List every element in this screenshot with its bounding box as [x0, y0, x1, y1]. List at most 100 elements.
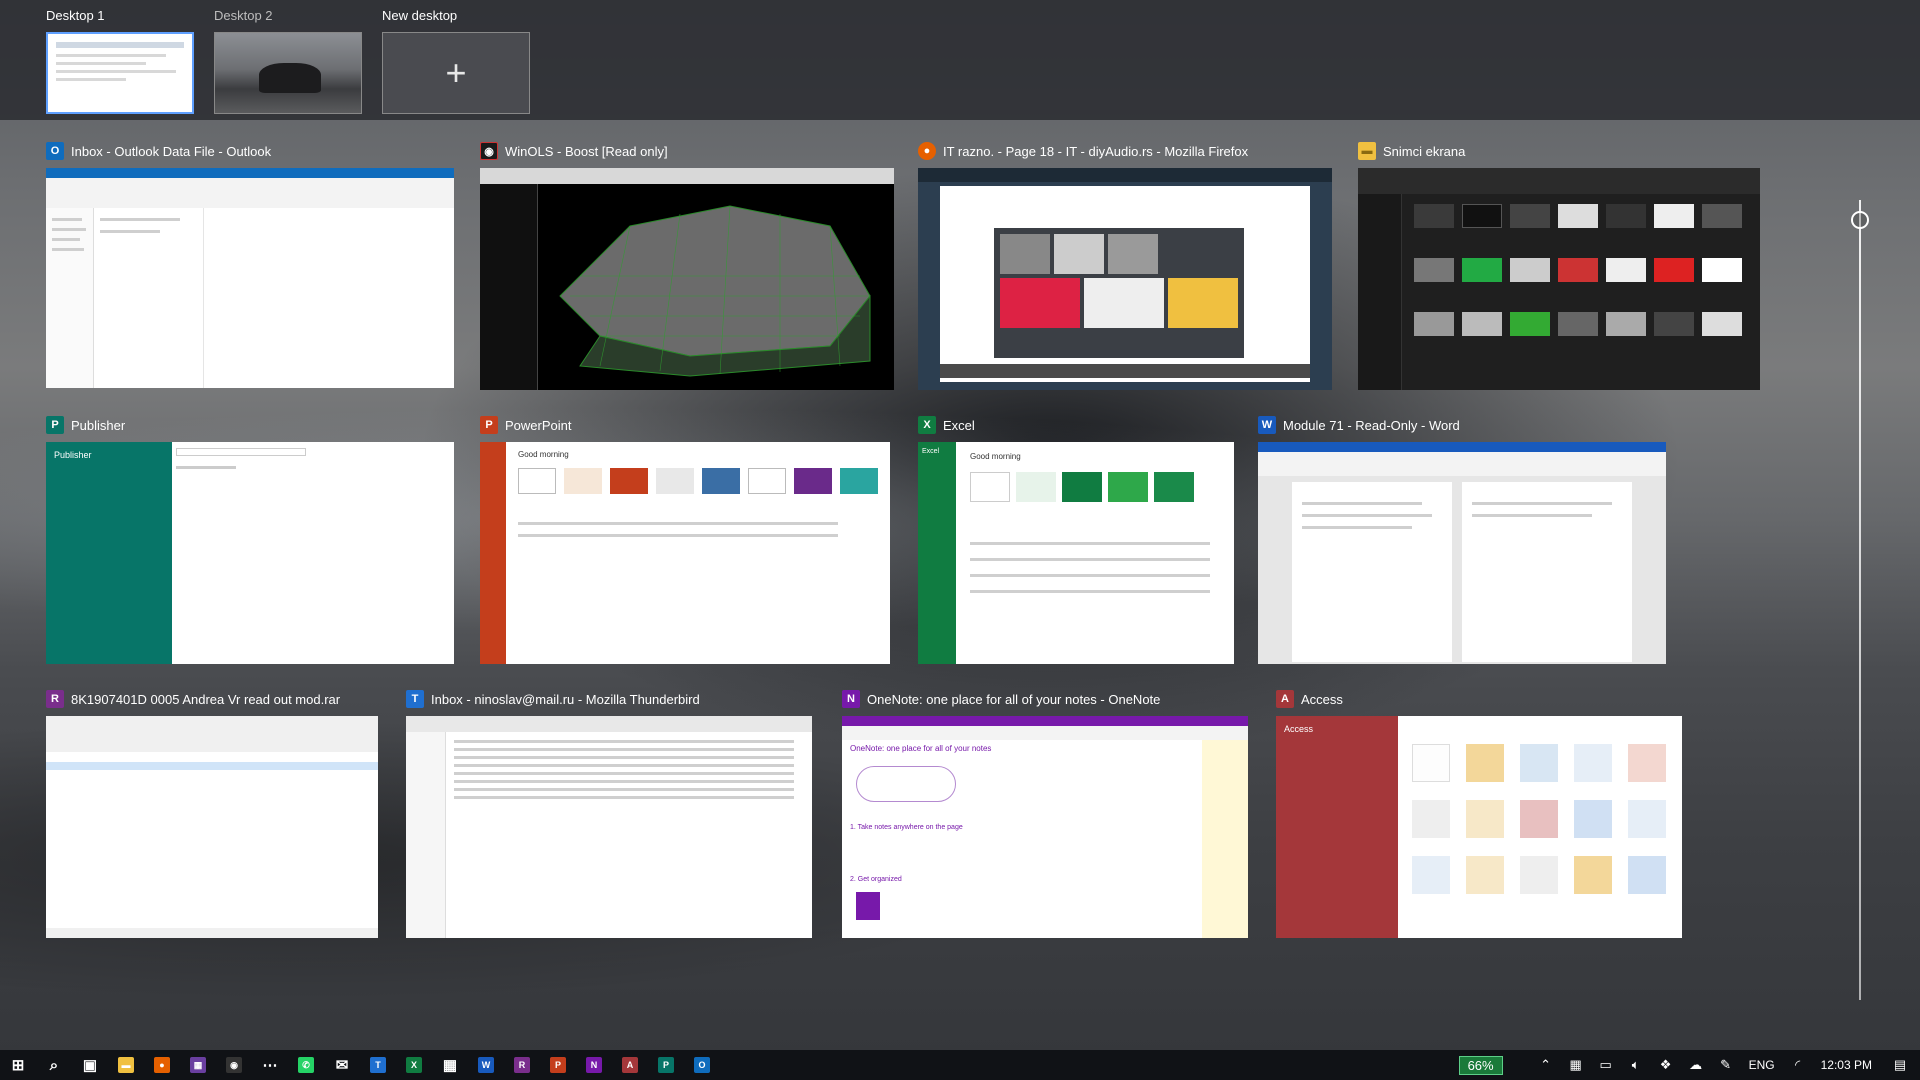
window-title-bar: P Publisher	[46, 414, 125, 436]
access-icon[interactable]: A	[612, 1050, 648, 1080]
window-outlook[interactable]: O Inbox - Outlook Data File - Outlook	[46, 140, 454, 388]
word-icon[interactable]: W	[468, 1050, 504, 1080]
access-home-label: Access	[1284, 724, 1314, 734]
publisher-icon[interactable]: P	[648, 1050, 684, 1080]
search-icon-glyph: ⌕	[49, 1056, 59, 1074]
calendar-icon-glyph: ▦	[442, 1057, 458, 1074]
window-preview[interactable]: Good morning	[480, 442, 890, 664]
pen-icon[interactable]: ✎	[1711, 1057, 1741, 1073]
chevron-up-icon[interactable]: ⌃	[1531, 1057, 1561, 1073]
onenote-icon: N	[842, 690, 860, 708]
winols-icon: ◉	[480, 142, 498, 160]
start-button[interactable]: ⊞	[0, 1050, 36, 1080]
wifi-icon[interactable]: ◜	[1783, 1057, 1813, 1073]
virtual-desktops-strip: Desktop 1 Desktop 2 New desktop +	[0, 0, 1920, 120]
window-winrar[interactable]: R 8K1907401D 0005 Andrea Vr read out mod…	[46, 688, 378, 938]
window-preview[interactable]	[1358, 168, 1760, 390]
battery-indicator[interactable]: 66%	[1458, 1055, 1503, 1075]
battery-icon[interactable]: ▭	[1591, 1057, 1621, 1073]
word-icon-glyph: W	[478, 1057, 494, 1073]
onenote-icon[interactable]: N	[576, 1050, 612, 1080]
thunderbird-icon[interactable]: T	[360, 1050, 396, 1080]
new-desktop-button[interactable]: +	[382, 32, 530, 114]
window-preview[interactable]	[46, 168, 454, 388]
publisher-icon-glyph: P	[658, 1057, 674, 1073]
excel-icon[interactable]: X	[396, 1050, 432, 1080]
winols-icon[interactable]: ◉	[216, 1050, 252, 1080]
window-explorer[interactable]: ▬ Snimci ekrana	[1358, 140, 1760, 390]
window-title: IT razno. - Page 18 - IT - diyAudio.rs -…	[943, 143, 1249, 159]
window-winols[interactable]: ◉ WinOLS - Boost [Read only]	[480, 140, 894, 390]
desktop-1[interactable]: Desktop 1	[46, 8, 194, 114]
window-onenote[interactable]: N OneNote: one place for all of your not…	[842, 688, 1248, 938]
new-desktop[interactable]: New desktop +	[382, 8, 530, 114]
timeline-track[interactable]	[1859, 200, 1861, 1000]
onenote-icon-glyph: N	[586, 1057, 602, 1073]
network-adapter-icon[interactable]: ▦	[1561, 1057, 1591, 1073]
window-title: Snimci ekrana	[1383, 143, 1466, 159]
excel-greeting: Good morning	[970, 452, 1021, 461]
window-title: Excel	[943, 417, 975, 433]
firefox-icon[interactable]: ●	[144, 1050, 180, 1080]
mail-icon[interactable]: ✉	[324, 1050, 360, 1080]
window-title-bar: X Excel	[918, 414, 975, 436]
notifications-icon[interactable]: ▤	[1880, 1057, 1920, 1073]
window-preview[interactable]	[918, 168, 1332, 390]
dots-icon-glyph: ⋯	[262, 1057, 278, 1074]
whatsapp-icon[interactable]: ✆	[288, 1050, 324, 1080]
desktop-2-thumbnail[interactable]	[214, 32, 362, 114]
window-title-bar: R 8K1907401D 0005 Andrea Vr read out mod…	[46, 688, 340, 710]
task-view-icon[interactable]: ▣	[72, 1050, 108, 1080]
outlook-icon[interactable]: O	[684, 1050, 720, 1080]
window-preview[interactable]	[480, 168, 894, 390]
window-title: PowerPoint	[505, 417, 572, 433]
window-title: WinOLS - Boost [Read only]	[505, 143, 668, 159]
calendar-icon[interactable]: ▦	[432, 1050, 468, 1080]
dots-icon[interactable]: ⋯	[252, 1050, 288, 1080]
window-title-bar: ◉ WinOLS - Boost [Read only]	[480, 140, 668, 162]
access-icon: A	[1276, 690, 1294, 708]
onenote-step-1: 1. Take notes anywhere on the page	[850, 824, 963, 831]
volume-icon[interactable]: 🔈︎	[1621, 1057, 1651, 1073]
whatsapp-icon-glyph: ✆	[298, 1057, 314, 1073]
window-title: Access	[1301, 691, 1343, 707]
onedrive-icon[interactable]: ☁︎	[1681, 1057, 1711, 1073]
window-excel[interactable]: X Excel Excel Good morning	[918, 414, 1234, 664]
word-icon: W	[1258, 416, 1276, 434]
window-preview[interactable]	[406, 716, 812, 938]
window-firefox[interactable]: ● IT razno. - Page 18 - IT - diyAudio.rs…	[918, 140, 1332, 390]
window-access[interactable]: A Access Access	[1276, 688, 1682, 938]
language-indicator[interactable]: ENG	[1741, 1058, 1783, 1072]
window-title-bar: O Inbox - Outlook Data File - Outlook	[46, 140, 271, 162]
winrar-icon[interactable]: R	[504, 1050, 540, 1080]
window-preview[interactable]	[46, 716, 378, 938]
desktop-1-thumbnail[interactable]	[46, 32, 194, 114]
window-preview[interactable]: Access	[1276, 716, 1682, 938]
window-title: OneNote: one place for all of your notes…	[867, 691, 1161, 707]
search-icon[interactable]: ⌕	[36, 1050, 72, 1080]
window-preview[interactable]: Publisher	[46, 442, 454, 664]
dropbox-icon[interactable]: ❖	[1651, 1057, 1681, 1073]
powerpoint-icon-glyph: P	[550, 1057, 566, 1073]
timeline-handle[interactable]	[1851, 211, 1869, 229]
powerpoint-icon[interactable]: P	[540, 1050, 576, 1080]
window-preview[interactable]	[1258, 442, 1666, 664]
window-preview[interactable]: Excel Good morning	[918, 442, 1234, 664]
window-title-bar: P PowerPoint	[480, 414, 571, 436]
window-publisher[interactable]: P Publisher Publisher	[46, 414, 454, 664]
window-title: Inbox - ninoslav@mail.ru - Mozilla Thund…	[431, 691, 700, 707]
new-desktop-label: New desktop	[382, 8, 458, 23]
file-explorer-icon[interactable]: ▬	[108, 1050, 144, 1080]
clock[interactable]: 12:03 PM	[1813, 1058, 1880, 1072]
window-thunderbird[interactable]: T Inbox - ninoslav@mail.ru - Mozilla Thu…	[406, 688, 812, 938]
start-icon: ⊞	[11, 1057, 25, 1074]
window-preview[interactable]: OneNote: one place for all of your notes…	[842, 716, 1248, 938]
desktop-2[interactable]: Desktop 2	[214, 8, 362, 114]
window-powerpoint[interactable]: P PowerPoint Good morning	[480, 414, 890, 664]
firefox-icon-glyph: ●	[154, 1057, 170, 1073]
window-word[interactable]: W Module 71 - Read-Only - Word	[1258, 414, 1666, 664]
excel-icon: X	[918, 416, 936, 434]
winrar-icon: R	[46, 690, 64, 708]
winols-tool-icon[interactable]: ▦	[180, 1050, 216, 1080]
thunderbird-icon: T	[406, 690, 424, 708]
